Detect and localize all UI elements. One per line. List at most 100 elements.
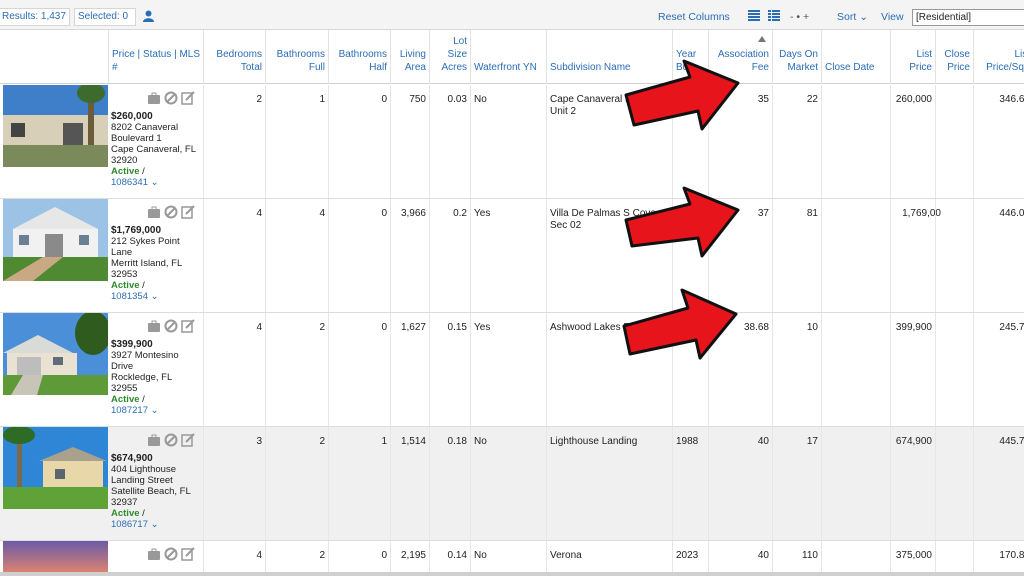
cell-list-price-sqft: 446.04 bbox=[973, 199, 1024, 312]
briefcase-icon[interactable] bbox=[147, 547, 161, 561]
cell-year-built: 2023 bbox=[672, 541, 708, 576]
user-icon[interactable] bbox=[142, 10, 155, 25]
briefcase-icon[interactable] bbox=[147, 319, 161, 333]
results-toolbar: Results: 1,437 Selected: 0 Reset Columns… bbox=[0, 0, 1024, 30]
cell-close-price bbox=[935, 199, 973, 312]
col-lot-size[interactable]: Lot Size Acres bbox=[429, 30, 470, 84]
ban-icon[interactable] bbox=[164, 433, 178, 447]
col-days-on-market[interactable]: Days On Market bbox=[772, 30, 821, 84]
edit-icon[interactable] bbox=[181, 433, 195, 447]
listing-photo[interactable] bbox=[3, 427, 108, 509]
edit-icon[interactable] bbox=[181, 205, 195, 219]
cell-bedrooms: 3 bbox=[203, 427, 265, 540]
cell-association-fee: 40 bbox=[708, 541, 772, 576]
ban-icon[interactable] bbox=[164, 205, 178, 219]
sort-label: Sort bbox=[837, 11, 857, 23]
cell-bath-full: 1 bbox=[265, 85, 328, 198]
view-select[interactable]: [Residential] bbox=[912, 9, 1024, 26]
ban-icon[interactable] bbox=[164, 91, 178, 105]
listing-city: Merritt Island, FL bbox=[111, 258, 183, 269]
cell-bath-full: 4 bbox=[265, 199, 328, 312]
col-price-status[interactable]: Price | Status | MLS # bbox=[108, 30, 203, 84]
table-header: Price | Status | MLS # Bedrooms Total Ba… bbox=[0, 30, 1024, 84]
col-list-price-sqft[interactable]: List Price/SqF bbox=[973, 30, 1024, 84]
chevron-down-icon[interactable]: ⌄ bbox=[151, 405, 159, 416]
table-row[interactable]: $1,769,000 212 Sykes Point Lane Merritt … bbox=[0, 199, 1024, 313]
cell-bath-half: 1 bbox=[328, 427, 390, 540]
col-close-date[interactable]: Close Date bbox=[821, 30, 890, 84]
col-living-area[interactable]: Living Area bbox=[390, 30, 429, 84]
mls-number-link[interactable]: 1086341 bbox=[111, 177, 148, 188]
col-bath-half[interactable]: Bathrooms Half bbox=[328, 30, 390, 84]
cell-subdivision: Verona bbox=[546, 541, 672, 576]
results-count: Results: 1,437 bbox=[0, 8, 70, 26]
sort-dropdown[interactable]: Sort ⌄ bbox=[837, 11, 868, 23]
list-view-icon[interactable] bbox=[748, 10, 760, 24]
col-bedrooms[interactable]: Bedrooms Total bbox=[203, 30, 265, 84]
edit-icon[interactable] bbox=[181, 319, 195, 333]
cell-bath-half: 0 bbox=[328, 541, 390, 576]
cell-close-price bbox=[935, 85, 973, 198]
chevron-down-icon[interactable]: ⌄ bbox=[151, 519, 159, 530]
col-waterfront[interactable]: Waterfront YN bbox=[470, 30, 546, 84]
listing-photo[interactable] bbox=[3, 541, 108, 576]
briefcase-icon[interactable] bbox=[147, 433, 161, 447]
listing-address: 8202 Canaveral Boulevard 1 bbox=[111, 122, 179, 144]
listing-price: $1,769,000 bbox=[111, 225, 162, 236]
col-close-price[interactable]: Close Price bbox=[935, 30, 973, 84]
listing-photo[interactable] bbox=[3, 313, 108, 395]
table-row[interactable]: 4 2 0 2,195 0.14 No Verona 2023 40 110 3… bbox=[0, 541, 1024, 576]
listing-zip: 32937 bbox=[111, 497, 138, 508]
listing-status: Active bbox=[111, 280, 140, 291]
listing-photo[interactable] bbox=[3, 199, 108, 281]
listing-status: Active bbox=[111, 166, 140, 177]
chevron-down-icon[interactable]: ⌄ bbox=[151, 177, 159, 188]
cell-days-on-market: 10 bbox=[772, 313, 821, 426]
table-row[interactable]: $399,900 3927 Montesino Drive Rockledge,… bbox=[0, 313, 1024, 427]
table-row[interactable]: $674,900 404 Lighthouse Landing Street S… bbox=[0, 427, 1024, 541]
cell-waterfront: No bbox=[470, 427, 546, 540]
cell-lot-size: 0.03 bbox=[429, 85, 470, 198]
ban-icon[interactable] bbox=[164, 547, 178, 561]
reset-columns-link[interactable]: Reset Columns bbox=[658, 11, 730, 23]
grid-view-icon[interactable] bbox=[768, 10, 780, 24]
listing-summary: $260,000 8202 Canaveral Boulevard 1 Cape… bbox=[111, 91, 203, 188]
edit-icon[interactable] bbox=[181, 547, 195, 561]
sort-ascending-icon bbox=[758, 36, 766, 42]
briefcase-icon[interactable] bbox=[147, 205, 161, 219]
cell-days-on-market: 22 bbox=[772, 85, 821, 198]
cell-list-price: 260,000 bbox=[890, 85, 935, 198]
cell-close-date bbox=[821, 199, 890, 312]
col-bath-full[interactable]: Bathrooms Full bbox=[265, 30, 328, 84]
briefcase-icon[interactable] bbox=[147, 91, 161, 105]
cell-close-date bbox=[821, 427, 890, 540]
cell-living-area: 750 bbox=[390, 85, 429, 198]
cell-days-on-market: 81 bbox=[772, 199, 821, 312]
col-list-price[interactable]: List Price bbox=[890, 30, 935, 84]
listing-zip: 32953 bbox=[111, 269, 138, 280]
cell-living-area: 1,514 bbox=[390, 427, 429, 540]
listing-price: $260,000 bbox=[111, 111, 153, 122]
listing-photo[interactable] bbox=[3, 85, 108, 167]
table-row[interactable]: $260,000 8202 Canaveral Boulevard 1 Cape… bbox=[0, 85, 1024, 199]
cell-waterfront: Yes bbox=[470, 313, 546, 426]
chevron-down-icon[interactable]: ⌄ bbox=[151, 291, 159, 302]
cell-lot-size: 0.15 bbox=[429, 313, 470, 426]
listing-summary bbox=[111, 547, 203, 567]
horizontal-scrollbar[interactable] bbox=[0, 572, 1024, 576]
mls-number-link[interactable]: 1081354 bbox=[111, 291, 148, 302]
cell-waterfront: No bbox=[470, 541, 546, 576]
cell-close-price bbox=[935, 313, 973, 426]
cell-lot-size: 0.2 bbox=[429, 199, 470, 312]
cell-bedrooms: 4 bbox=[203, 541, 265, 576]
mls-number-link[interactable]: 1086717 bbox=[111, 519, 148, 530]
cell-bedrooms: 2 bbox=[203, 85, 265, 198]
cell-list-price-sqft: 245.79 bbox=[973, 313, 1024, 426]
cell-living-area: 1,627 bbox=[390, 313, 429, 426]
ban-icon[interactable] bbox=[164, 319, 178, 333]
map-zoom-controls[interactable]: - • + bbox=[790, 11, 809, 23]
listing-city: Satellite Beach, FL bbox=[111, 486, 191, 497]
cell-lot-size: 0.14 bbox=[429, 541, 470, 576]
edit-icon[interactable] bbox=[181, 91, 195, 105]
mls-number-link[interactable]: 1087217 bbox=[111, 405, 148, 416]
